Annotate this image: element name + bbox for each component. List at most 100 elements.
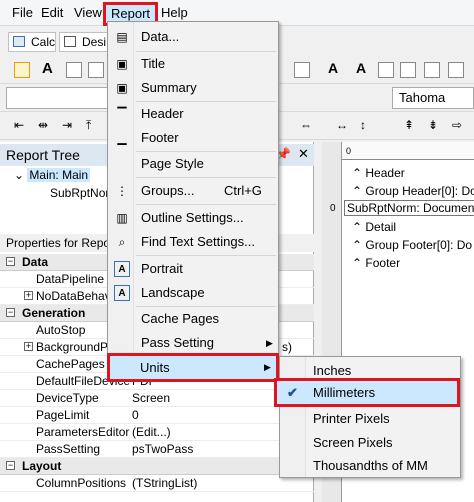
subreport-component[interactable]: SubRptNorm: Document <box>344 200 474 216</box>
size-width-icon[interactable]: ↔ <box>336 118 352 134</box>
menu-item-summary[interactable]: ▣ Summary <box>108 76 278 100</box>
submenu-item-screen-pixels[interactable]: Screen Pixels <box>280 431 460 455</box>
memo-tool-icon[interactable] <box>66 62 82 78</box>
submenu-item-thousandths-mm[interactable]: Thousandths of MM <box>280 454 460 478</box>
menu-item-page-style[interactable]: Page Style <box>108 152 278 176</box>
align-center-icon[interactable]: ⇹ <box>38 118 54 134</box>
units-submenu: Inches Printer Pixels Screen Pixels Thou… <box>279 356 461 478</box>
menu-item-data[interactable]: ▤ Data... <box>108 25 278 49</box>
menu-item-title[interactable]: ▣ Title <box>108 52 278 76</box>
band-detail[interactable]: ⌃ Detail <box>352 220 396 234</box>
header-band-icon: ▔ <box>117 107 127 121</box>
menu-separator <box>136 177 276 178</box>
tab-design[interactable]: Desi <box>59 32 111 52</box>
band-footer[interactable]: ⌃ Footer <box>352 256 400 270</box>
prop-value: (Edit...) <box>132 425 171 439</box>
menu-item-label: Header <box>141 106 184 121</box>
prop-key: BackgroundPr <box>36 340 113 354</box>
prop-row[interactable]: ParametersEditor (Edit...) <box>0 424 314 441</box>
tree-item-main[interactable]: ⌄ Main: Main <box>14 168 91 182</box>
menu-item-label: Units <box>140 360 170 375</box>
menu-item-landscape[interactable]: A Landscape <box>108 281 278 305</box>
menu-item-portrait[interactable]: A Portrait <box>108 257 278 281</box>
band-header[interactable]: ⌃ Header <box>352 166 405 180</box>
prop-key: NoDataBehav <box>36 289 111 303</box>
menu-separator <box>136 204 276 205</box>
space-h-icon[interactable]: ⇔ <box>300 118 316 134</box>
tab-calc-label: Calc <box>31 35 56 49</box>
design-icon <box>64 36 76 47</box>
category-data-label: Data <box>22 255 49 269</box>
menu-item-label: Find Text Settings... <box>141 234 255 249</box>
prop-row[interactable]: ColumnPositions (TStringList) <box>0 475 314 492</box>
menu-item-cache-pages[interactable]: Cache Pages <box>108 307 278 331</box>
align-right-icon[interactable]: ⇥ <box>62 118 78 134</box>
richtext-tool-icon[interactable] <box>88 62 104 78</box>
tree-item-main-label: Main: Main <box>27 168 91 182</box>
title-band-icon: ▣ <box>116 57 128 71</box>
dbcheck-tool-icon[interactable] <box>424 62 440 78</box>
submenu-arrow-icon: ▶ <box>266 338 273 348</box>
prop-value: 0 <box>132 408 139 422</box>
menu-item-footer[interactable]: ▁ Footer <box>108 126 278 150</box>
prop-row[interactable]: PageLimit 0 <box>0 407 314 424</box>
portrait-icon: A <box>114 261 130 277</box>
submenu-item-label: Printer Pixels <box>313 411 390 426</box>
prop-value: Screen <box>132 391 171 405</box>
menu-item-find-text-settings[interactable]: ⌕ Find Text Settings... <box>108 230 278 254</box>
tab-design-label: Desi <box>82 35 107 49</box>
nudge-up-icon[interactable]: ⇞ <box>404 118 420 134</box>
menu-item-shortcut: Ctrl+G <box>224 183 262 198</box>
menu-item-label: Pass Setting <box>141 335 214 350</box>
category-layout-label: Layout <box>22 459 62 473</box>
nudge-down-icon[interactable]: ⇟ <box>428 118 444 134</box>
checkmark-icon: ✔ <box>287 385 298 400</box>
prop-row[interactable]: PassSetting psTwoPass <box>0 441 314 458</box>
menu-item-label: Summary <box>141 80 197 95</box>
dblabel-tool-icon[interactable]: A <box>328 60 338 76</box>
band-group-footer[interactable]: ⌃ Group Footer[0]: Do <box>352 238 472 252</box>
prop-row[interactable]: DeviceType Screen <box>0 390 314 407</box>
category-layout[interactable]: − Layout <box>0 458 314 475</box>
band-detail-label: Detail <box>365 220 397 234</box>
menu-item-units[interactable]: Units ▶ <box>110 356 276 379</box>
menu-item-outline-settings[interactable]: ▥ Outline Settings... <box>108 206 278 230</box>
menu-item-label: Page Style <box>141 156 204 171</box>
submenu-item-millimeters[interactable]: ✔ Millimeters <box>277 381 457 404</box>
submenu-item-label: Millimeters <box>313 385 376 400</box>
menu-separator <box>136 255 276 256</box>
menu-item-groups[interactable]: ⋮ Groups... Ctrl+G <box>108 179 278 203</box>
label-tool-icon[interactable]: A <box>42 60 53 77</box>
prop-key: AutoStop <box>36 323 86 337</box>
tab-calc[interactable]: Calc <box>8 32 56 52</box>
dbtext-tool-icon[interactable]: A <box>356 60 366 76</box>
select-arrow-icon[interactable] <box>14 62 30 78</box>
nudge-right-icon[interactable]: ⇨ <box>452 118 468 134</box>
band-group-header-label: Group Header[0]: Do <box>365 184 474 198</box>
align-left-icon[interactable]: ⇤ <box>14 118 30 134</box>
menu-view[interactable]: View <box>74 0 102 26</box>
prop-key: PassSetting <box>36 442 101 456</box>
menu-item-label: Landscape <box>141 285 205 300</box>
dbimage-tool-icon[interactable] <box>400 62 416 78</box>
menu-item-pass-setting[interactable]: Pass Setting ▶ <box>108 331 278 355</box>
menu-item-header[interactable]: ▔ Header <box>108 102 278 126</box>
menu-item-label: Outline Settings... <box>141 210 244 225</box>
close-box-icon[interactable] <box>294 62 310 78</box>
menu-file[interactable]: File <box>12 0 33 26</box>
close-icon[interactable]: ✕ <box>298 146 309 162</box>
size-height-icon[interactable]: ↕ <box>360 118 376 134</box>
dbmemo-tool-icon[interactable] <box>378 62 394 78</box>
font-name-combo[interactable]: Tahoma <box>392 87 474 109</box>
align-top-icon[interactable]: ⤒ <box>86 118 102 134</box>
units-annotation-box: Units ▶ <box>107 353 279 382</box>
menu-edit[interactable]: Edit <box>41 0 63 26</box>
submenu-item-label: Screen Pixels <box>313 435 393 450</box>
submenu-item-printer-pixels[interactable]: Printer Pixels <box>280 407 460 431</box>
dbcalc-tool-icon[interactable] <box>448 62 464 78</box>
band-group-header[interactable]: ⌃ Group Header[0]: Do <box>352 184 474 198</box>
component-combo[interactable] <box>6 87 110 109</box>
binoculars-icon: ⌕ <box>118 235 126 249</box>
horizontal-ruler: 0 <box>342 142 474 160</box>
band-footer-label: Footer <box>365 256 401 270</box>
